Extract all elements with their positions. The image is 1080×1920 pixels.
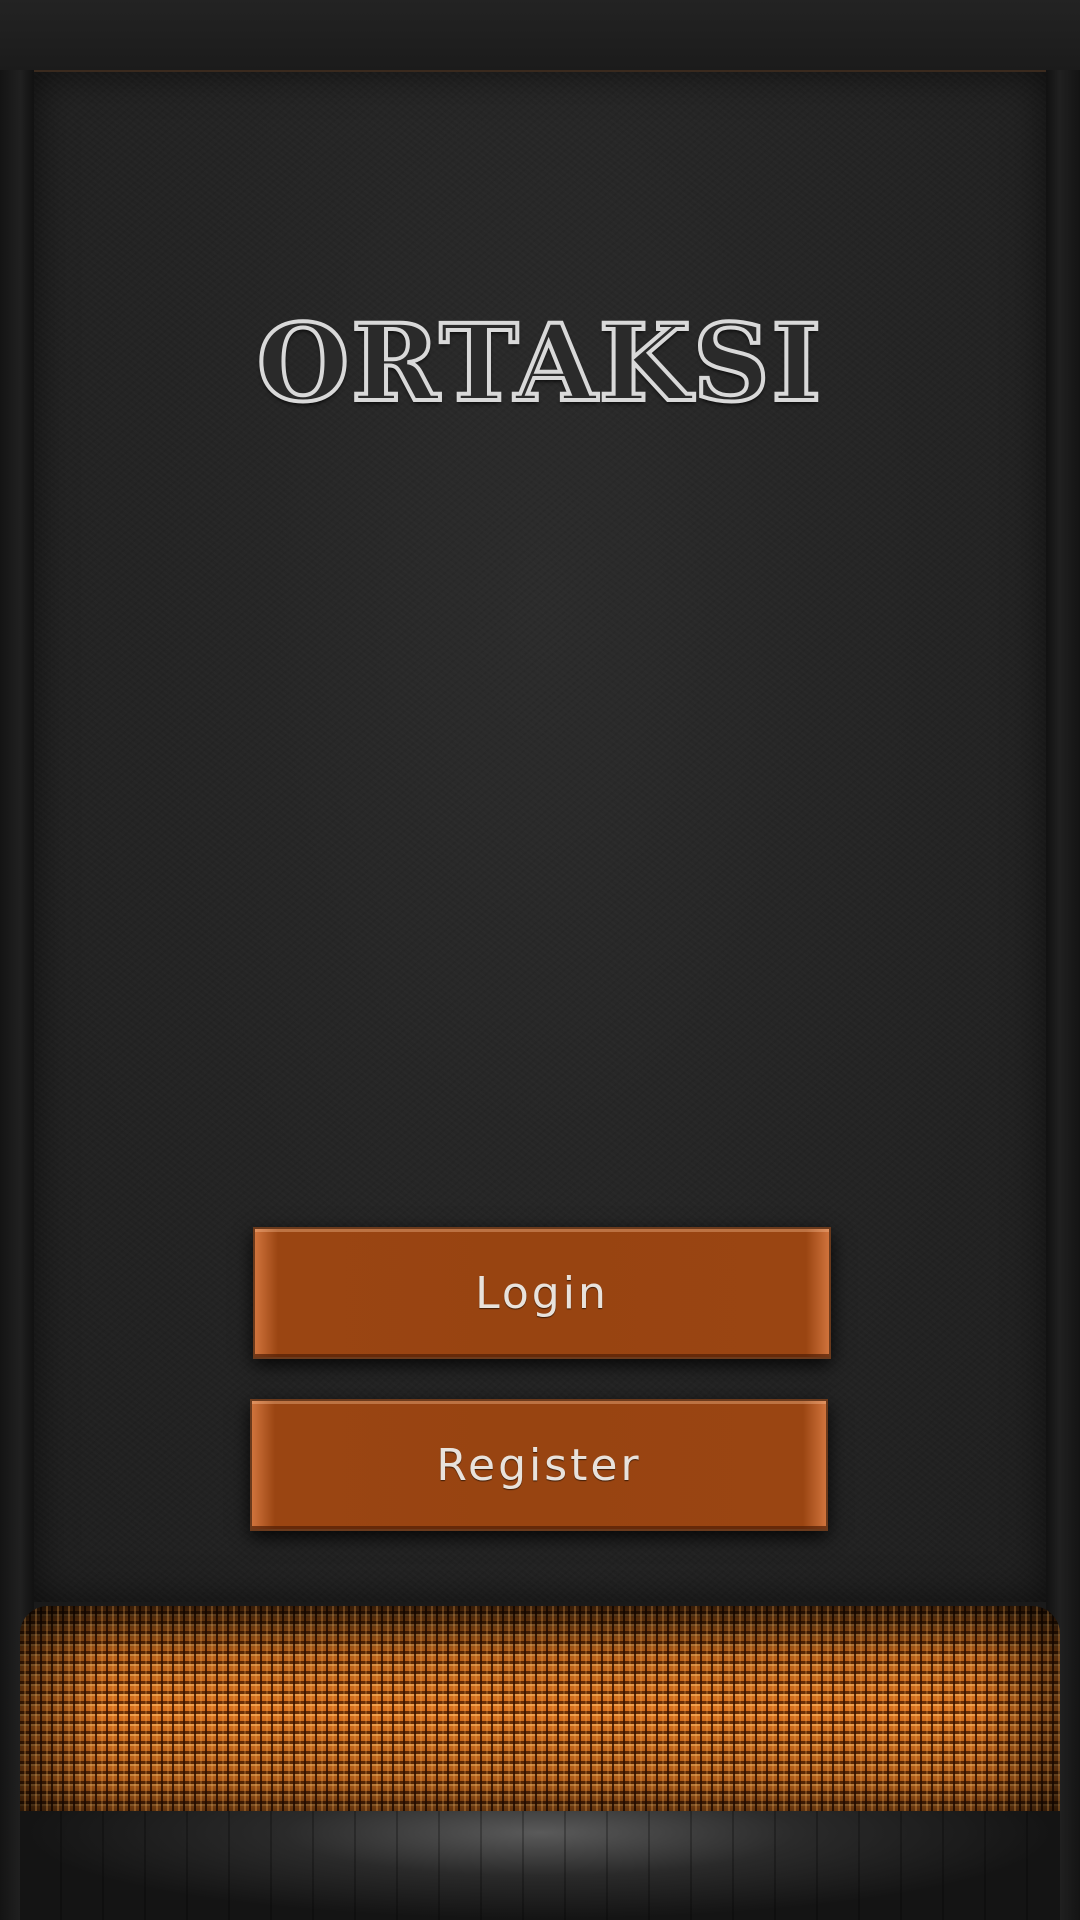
- login-screen: ORTAKSI Login Register: [0, 0, 1080, 1920]
- top-bar: [0, 0, 1080, 72]
- bottom-stage: [20, 1811, 1060, 1920]
- register-button[interactable]: Register: [250, 1399, 828, 1531]
- app-title: ORTAKSI: [255, 298, 824, 427]
- login-button[interactable]: Login: [253, 1227, 831, 1359]
- speaker-grille: [20, 1606, 1060, 1811]
